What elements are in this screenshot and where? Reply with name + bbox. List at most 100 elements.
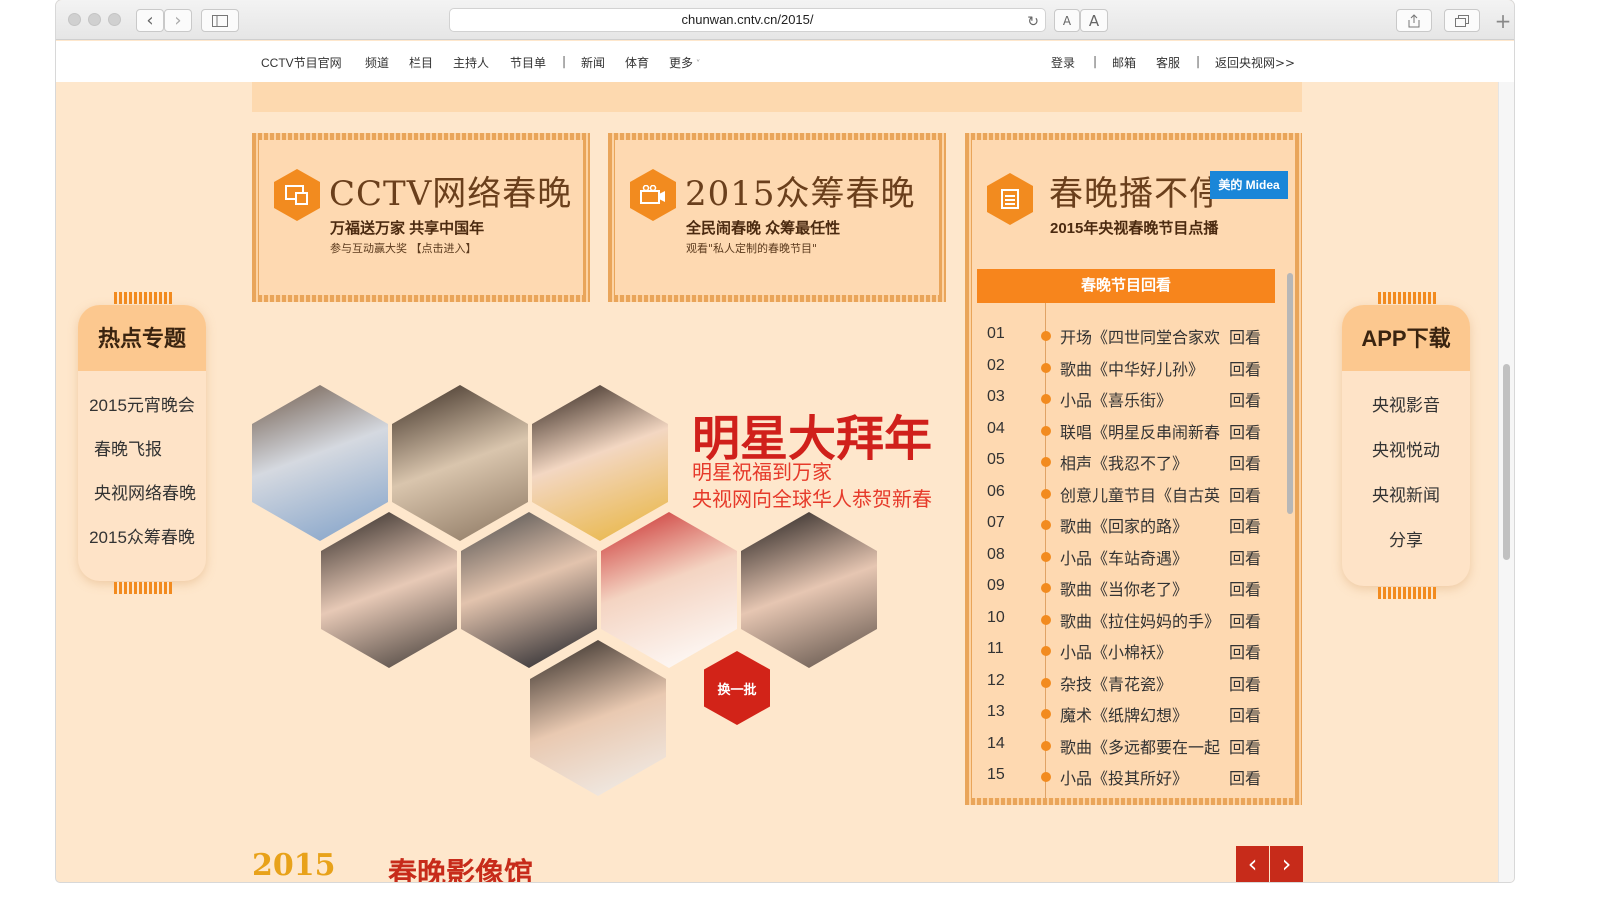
replay-link[interactable]: 回看 (1229, 482, 1261, 506)
font-larger-button[interactable]: A (1080, 9, 1108, 32)
replay-link[interactable]: 回看 (1229, 450, 1261, 474)
card-title: 春晚播不停 (1049, 174, 1224, 214)
program-row[interactable]: 02 歌曲《中华好儿孙》 回看 (972, 351, 1272, 382)
program-title[interactable]: 相声《我忍不了》 (1060, 450, 1225, 474)
program-row[interactable]: 09 歌曲《当你老了》 回看 (972, 571, 1272, 602)
replay-link[interactable]: 回看 (1229, 419, 1261, 443)
nav-news[interactable]: 新闻 (581, 54, 605, 71)
star-photo[interactable] (321, 512, 457, 668)
address-bar[interactable]: chunwan.cntv.cn/2015/ ↻ (449, 8, 1046, 32)
program-row[interactable]: 15 小品《投其所好》 回看 (972, 760, 1272, 791)
program-row[interactable]: 06 创意儿童节目《自古英 回看 (972, 477, 1272, 508)
app-item[interactable]: 央视悦动 (1342, 436, 1470, 461)
nav-hosts[interactable]: 主持人 (453, 54, 489, 71)
card-subtitle: 2015年央视春晚节目点播 (1050, 220, 1219, 237)
replay-link[interactable]: 回看 (1229, 639, 1261, 663)
share-button[interactable] (1396, 9, 1432, 32)
replay-link[interactable]: 回看 (1229, 765, 1261, 789)
star-photo[interactable] (392, 385, 528, 541)
nav-sports[interactable]: 体育 (625, 54, 649, 71)
replay-link[interactable]: 回看 (1229, 545, 1261, 569)
nav-back-to-cntv[interactable]: 返回央视网>> (1215, 54, 1295, 71)
program-title[interactable]: 小品《喜乐街》 (1060, 387, 1225, 411)
midea-sponsor-logo[interactable]: 美的 Midea (1210, 171, 1288, 199)
program-title[interactable]: 歌曲《中华好儿孙》 (1060, 356, 1225, 380)
program-title[interactable]: 联唱《明星反串闹新春 (1060, 419, 1225, 443)
app-item[interactable]: 央视新闻 (1342, 481, 1470, 506)
replay-link[interactable]: 回看 (1229, 324, 1261, 348)
program-title[interactable]: 小品《投其所好》 (1060, 765, 1225, 789)
font-smaller-button[interactable]: A (1054, 9, 1080, 32)
nav-service[interactable]: 客服 (1156, 54, 1180, 71)
replay-link[interactable]: 回看 (1229, 608, 1261, 632)
program-row[interactable]: 08 小品《车站奇遇》 回看 (972, 540, 1272, 571)
program-row[interactable]: 01 开场《四世同堂合家欢 回看 (972, 319, 1272, 350)
nav-columns[interactable]: 栏目 (409, 54, 433, 71)
program-row[interactable]: 12 杂技《青花瓷》 回看 (972, 666, 1272, 697)
star-photo[interactable] (461, 512, 597, 668)
page-scrollbar[interactable] (1498, 82, 1514, 882)
nav-mail[interactable]: 邮箱 (1112, 54, 1136, 71)
replay-link[interactable]: 回看 (1229, 576, 1261, 600)
program-row[interactable]: 07 歌曲《回家的路》 回看 (972, 508, 1272, 539)
star-photo[interactable] (601, 512, 737, 668)
nav-more[interactable]: 更多 ˅ (669, 54, 700, 71)
program-list-header: 春晚节目回看 (977, 269, 1275, 303)
page-scrollbar-thumb[interactable] (1503, 364, 1510, 560)
hot-topic-item[interactable]: 2015元宵晚会 (78, 391, 206, 416)
replay-link[interactable]: 回看 (1229, 356, 1261, 380)
close-window-button[interactable] (68, 13, 81, 26)
star-photo[interactable] (532, 385, 668, 541)
replay-link[interactable]: 回看 (1229, 387, 1261, 411)
program-title[interactable]: 杂技《青花瓷》 (1060, 671, 1225, 695)
program-row[interactable]: 03 小品《喜乐街》 回看 (972, 382, 1272, 413)
program-row[interactable]: 04 联唱《明星反串闹新春 回看 (972, 414, 1272, 445)
gallery-prev-button[interactable]: ‹ (1236, 846, 1269, 882)
hot-topic-item[interactable]: 央视网络春晚 (78, 479, 206, 504)
share-item[interactable]: 分享 (1342, 526, 1470, 551)
program-title[interactable]: 歌曲《多远都要在一起 (1060, 734, 1225, 758)
replay-link[interactable]: 回看 (1229, 513, 1261, 537)
replay-link[interactable]: 回看 (1229, 702, 1261, 726)
nav-channels[interactable]: 频道 (365, 54, 389, 71)
replay-link[interactable]: 回看 (1229, 671, 1261, 695)
nav-cctv-programs[interactable]: CCTV节目官网 (261, 54, 342, 71)
card-cctv-net-gala[interactable]: CCTV网络春晚 万福送万家 共享中国年 参与互动赢大奖 【点击进入】 (252, 133, 590, 302)
program-row[interactable]: 13 魔术《纸牌幻想》 回看 (972, 697, 1272, 728)
program-title[interactable]: 歌曲《回家的路》 (1060, 513, 1225, 537)
minimize-window-button[interactable] (88, 13, 101, 26)
program-row[interactable]: 14 歌曲《多远都要在一起 回看 (972, 729, 1272, 760)
program-title[interactable]: 歌曲《当你老了》 (1060, 576, 1225, 600)
bullet-icon (1041, 488, 1051, 499)
star-photo[interactable] (741, 512, 877, 668)
forward-button[interactable]: › (164, 9, 192, 32)
nav-login[interactable]: 登录 (1051, 54, 1075, 71)
program-title[interactable]: 小品《车站奇遇》 (1060, 545, 1225, 569)
hot-topic-item[interactable]: 春晚飞报 (78, 435, 206, 460)
program-title[interactable]: 歌曲《拉住妈妈的手》 (1060, 608, 1225, 632)
tabs-overview-button[interactable] (1444, 9, 1480, 32)
program-title[interactable]: 小品《小棉袄》 (1060, 639, 1225, 663)
program-title[interactable]: 魔术《纸牌幻想》 (1060, 702, 1225, 726)
app-item[interactable]: 央视影音 (1342, 391, 1470, 416)
program-row[interactable]: 11 小品《小棉袄》 回看 (972, 634, 1272, 665)
refresh-batch-button[interactable]: 换一批 (704, 651, 770, 725)
replay-link[interactable]: 回看 (1229, 734, 1261, 758)
card-note[interactable]: 参与互动赢大奖 【点击进入】 (330, 240, 477, 256)
zoom-window-button[interactable] (108, 13, 121, 26)
new-tab-button[interactable]: + (1492, 11, 1514, 33)
program-row[interactable]: 05 相声《我忍不了》 回看 (972, 445, 1272, 476)
nav-schedule[interactable]: 节目单 (510, 54, 546, 71)
star-photo[interactable] (252, 385, 388, 541)
hot-topic-item[interactable]: 2015众筹春晚 (78, 523, 206, 548)
program-title[interactable]: 创意儿童节目《自古英 (1060, 482, 1225, 506)
back-button[interactable]: ‹ (136, 9, 164, 32)
gallery-next-button[interactable]: › (1270, 846, 1303, 882)
sidebar-toggle-button[interactable] (201, 9, 239, 32)
program-title[interactable]: 开场《四世同堂合家欢 (1060, 324, 1225, 348)
star-photo[interactable] (530, 640, 666, 796)
card-crowdfund-gala[interactable]: 2015众筹春晚 全民闹春晚 众筹最任性 观看"私人定制的春晚节目" (608, 133, 946, 302)
program-list-scrollbar[interactable] (1287, 273, 1293, 514)
reload-icon[interactable]: ↻ (1027, 11, 1039, 33)
program-row[interactable]: 10 歌曲《拉住妈妈的手》 回看 (972, 603, 1272, 634)
